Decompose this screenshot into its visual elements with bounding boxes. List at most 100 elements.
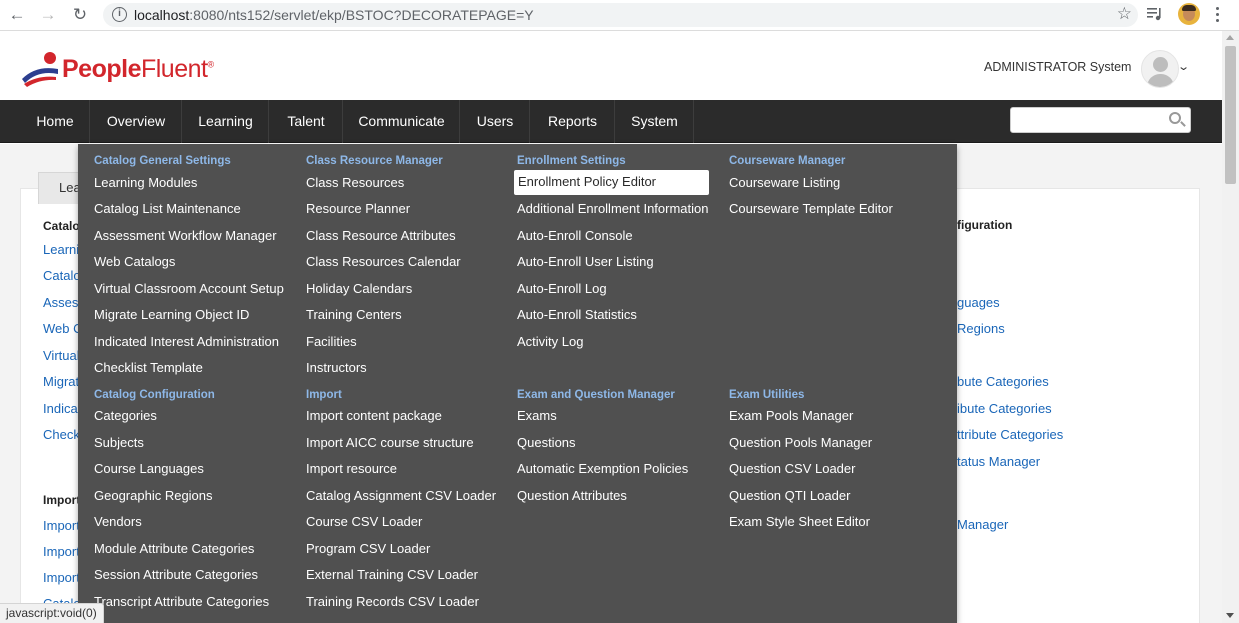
bg-link[interactable]: Import bbox=[43, 570, 80, 585]
browser-menu-icon[interactable] bbox=[1210, 5, 1224, 25]
menu-link-active[interactable]: Enrollment Policy Editor bbox=[514, 170, 709, 195]
forward-arrow-icon[interactable]: → bbox=[37, 4, 59, 26]
menu-link[interactable]: Activity Log bbox=[517, 334, 583, 349]
menu-link[interactable]: Program CSV Loader bbox=[306, 541, 430, 556]
menu-link[interactable]: Catalog List Maintenance bbox=[94, 201, 241, 216]
bg-link[interactable]: Web C bbox=[43, 321, 83, 336]
menu-link[interactable]: Import AICC course structure bbox=[306, 435, 474, 450]
menu-group-title: Courseware Manager bbox=[729, 155, 846, 167]
page-scrollbar[interactable] bbox=[1222, 31, 1239, 623]
bg-link[interactable]: Indica bbox=[43, 401, 78, 416]
menu-link[interactable]: Course CSV Loader bbox=[306, 514, 422, 529]
menu-link[interactable]: Auto-Enroll User Listing bbox=[517, 254, 654, 269]
menu-link[interactable]: Additional Enrollment Information bbox=[517, 201, 709, 216]
bg-link[interactable]: Regions bbox=[957, 321, 1005, 336]
menu-link[interactable]: Questions bbox=[517, 435, 576, 450]
menu-link[interactable]: Question QTI Loader bbox=[729, 488, 850, 503]
nav-users[interactable]: Users bbox=[461, 100, 530, 143]
browser-profile-icon[interactable] bbox=[1178, 3, 1200, 25]
url-text[interactable]: localhost:8080/nts152/servlet/ekp/BSTOC?… bbox=[134, 7, 534, 23]
bg-link[interactable]: Manager bbox=[957, 517, 1008, 532]
back-arrow-icon[interactable]: ← bbox=[6, 4, 28, 26]
menu-link[interactable]: Courseware Template Editor bbox=[729, 201, 893, 216]
menu-link[interactable]: External Training CSV Loader bbox=[306, 567, 478, 582]
menu-link[interactable]: Auto-Enroll Console bbox=[517, 228, 633, 243]
bg-link[interactable]: Migrat bbox=[43, 374, 79, 389]
menu-link[interactable]: Virtual Classroom Account Setup bbox=[94, 281, 284, 296]
menu-link[interactable]: Holiday Calendars bbox=[306, 281, 412, 296]
menu-link[interactable]: Categories bbox=[94, 408, 157, 423]
bg-link[interactable]: guages bbox=[957, 295, 1000, 310]
menu-link[interactable]: Exams bbox=[517, 408, 557, 423]
app-header: PeopleFluent® ADMINISTRATOR System ⌄ bbox=[0, 31, 1222, 100]
bg-link[interactable]: Virtual bbox=[43, 348, 80, 363]
menu-link[interactable]: Auto-Enroll Log bbox=[517, 281, 607, 296]
peoplefluent-logo[interactable]: PeopleFluent® bbox=[20, 51, 220, 87]
bg-link[interactable]: Check bbox=[43, 427, 80, 442]
menu-link[interactable]: Instructors bbox=[306, 360, 367, 375]
menu-link[interactable]: Transcript Attribute Categories bbox=[94, 594, 269, 609]
bg-link[interactable]: Asses bbox=[43, 295, 78, 310]
menu-link[interactable]: Automatic Exemption Policies bbox=[517, 461, 688, 476]
nav-home[interactable]: Home bbox=[21, 100, 90, 143]
menu-link[interactable]: Course Languages bbox=[94, 461, 204, 476]
nav-talent[interactable]: Talent bbox=[270, 100, 343, 143]
menu-link[interactable]: Training Centers bbox=[306, 307, 402, 322]
nav-overview[interactable]: Overview bbox=[91, 100, 182, 143]
bg-link[interactable]: bute Categories bbox=[957, 374, 1049, 389]
menu-link[interactable]: Exam Style Sheet Editor bbox=[729, 514, 870, 529]
menu-link[interactable]: Subjects bbox=[94, 435, 144, 450]
menu-link[interactable]: Import content package bbox=[306, 408, 442, 423]
menu-link[interactable]: Exam Pools Manager bbox=[729, 408, 853, 423]
search-icon[interactable] bbox=[1169, 112, 1181, 124]
menu-link[interactable]: Assessment Workflow Manager bbox=[94, 228, 277, 243]
scroll-up-arrow-icon[interactable] bbox=[1226, 35, 1234, 40]
user-avatar[interactable] bbox=[1141, 50, 1179, 88]
menu-link[interactable]: Web Catalogs bbox=[94, 254, 175, 269]
scroll-thumb[interactable] bbox=[1225, 46, 1236, 184]
menu-link[interactable]: Question Pools Manager bbox=[729, 435, 872, 450]
address-bar[interactable]: i localhost:8080/nts152/servlet/ekp/BSTO… bbox=[103, 3, 1138, 27]
nav-communicate[interactable]: Communicate bbox=[344, 100, 460, 143]
media-control-icon[interactable] bbox=[1146, 5, 1164, 23]
menu-link[interactable]: Import resource bbox=[306, 461, 397, 476]
menu-link[interactable]: Class Resources bbox=[306, 175, 404, 190]
bg-link[interactable]: Import bbox=[43, 544, 80, 559]
bg-link[interactable]: ibute Categories bbox=[957, 401, 1052, 416]
reload-icon[interactable]: ↻ bbox=[69, 4, 91, 26]
menu-link[interactable]: Class Resources Calendar bbox=[306, 254, 461, 269]
menu-link[interactable]: Migrate Learning Object ID bbox=[94, 307, 249, 322]
menu-link[interactable]: Facilities bbox=[306, 334, 357, 349]
search-input[interactable] bbox=[1010, 107, 1191, 133]
info-icon[interactable]: i bbox=[112, 7, 127, 22]
bg-link[interactable]: Learni bbox=[43, 242, 79, 257]
menu-link[interactable]: Vendors bbox=[94, 514, 142, 529]
menu-link[interactable]: Geographic Regions bbox=[94, 488, 213, 503]
nav-system[interactable]: System bbox=[616, 100, 694, 143]
bg-link[interactable]: Catalo bbox=[43, 268, 81, 283]
menu-link[interactable]: Indicated Interest Administration bbox=[94, 334, 279, 349]
menu-link[interactable]: Catalog Assignment CSV Loader bbox=[306, 488, 496, 503]
menu-link[interactable]: Checklist Template bbox=[94, 360, 203, 375]
nav-reports[interactable]: Reports bbox=[531, 100, 615, 143]
chevron-down-icon[interactable]: ⌄ bbox=[1177, 60, 1190, 73]
menu-link[interactable]: Resource Planner bbox=[306, 201, 410, 216]
menu-link[interactable]: Training Records CSV Loader bbox=[306, 594, 479, 609]
menu-link[interactable]: Auto-Enroll Statistics bbox=[517, 307, 637, 322]
menu-group-title: Import bbox=[306, 389, 342, 401]
menu-link[interactable]: Courseware Listing bbox=[729, 175, 840, 190]
menu-link[interactable]: Learning Modules bbox=[94, 175, 197, 190]
bookmark-star-icon[interactable]: ☆ bbox=[1117, 4, 1132, 24]
menu-link[interactable]: Question Attributes bbox=[517, 488, 627, 503]
nav-learning[interactable]: Learning bbox=[183, 100, 269, 143]
menu-link[interactable]: Class Resource Attributes bbox=[306, 228, 456, 243]
scroll-down-arrow-icon[interactable] bbox=[1226, 613, 1234, 618]
menu-link[interactable]: Question CSV Loader bbox=[729, 461, 855, 476]
bg-link[interactable]: ttribute Categories bbox=[957, 427, 1063, 442]
bg-link[interactable]: Import bbox=[43, 518, 80, 533]
menu-link[interactable]: Module Attribute Categories bbox=[94, 541, 254, 556]
menu-link[interactable]: Session Attribute Categories bbox=[94, 567, 258, 582]
menu-group-title: Exam and Question Manager bbox=[517, 389, 675, 401]
user-name: ADMINISTRATOR System bbox=[984, 60, 1132, 74]
bg-link[interactable]: tatus Manager bbox=[957, 454, 1040, 469]
